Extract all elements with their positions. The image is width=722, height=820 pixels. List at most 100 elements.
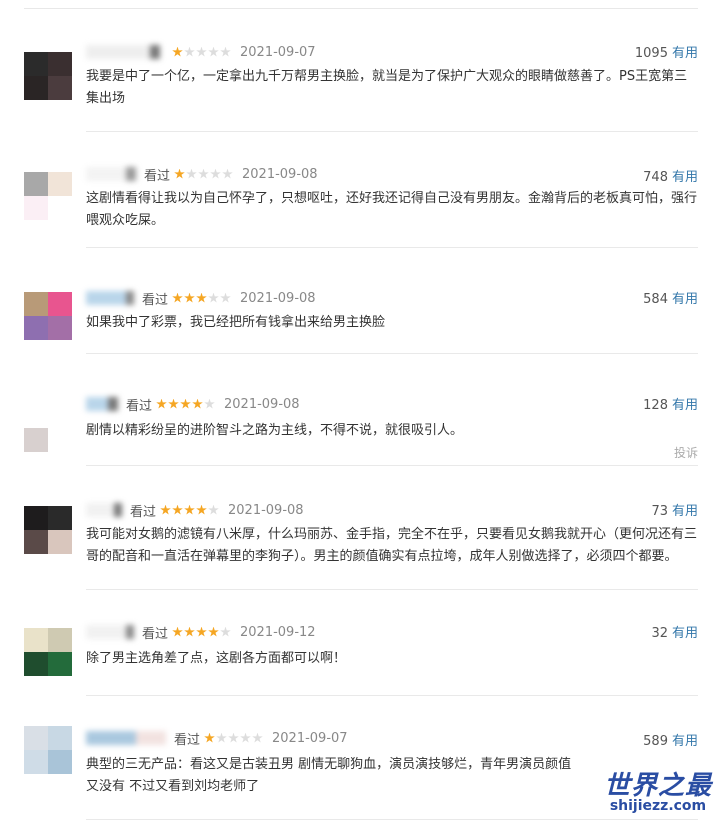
star-empty-icon	[208, 504, 219, 515]
username[interactable]	[86, 503, 122, 518]
watch-status: 看过	[142, 626, 169, 642]
star-empty-icon	[198, 168, 209, 179]
star-filled-icon	[174, 168, 185, 179]
username[interactable]	[86, 731, 166, 746]
useful-vote[interactable]: 748 有用	[643, 166, 698, 185]
useful-button[interactable]: 有用	[672, 734, 698, 749]
avatar-cell	[48, 428, 72, 452]
useful-button[interactable]: 有用	[672, 46, 698, 61]
rating-stars	[156, 398, 216, 410]
review-content: 我要是中了一个亿，一定拿出九千万帮男主换脸，就当是为了保护广大观众的眼睛做慈善了…	[86, 69, 688, 106]
review-item: 看过 2021-09-08 73 有用 我可能对女鹅的滤镜有八米厚，什么玛丽苏、金…	[0, 466, 722, 590]
avatar-cell	[24, 76, 48, 100]
star-filled-icon	[196, 504, 207, 515]
avatar-cell	[48, 726, 72, 750]
review-item: 看过 2021-09-08 748 有用 这剧情看得让我以为自己怀孕了，只想呕吐，…	[0, 132, 722, 248]
useful-vote[interactable]: 589 有用	[643, 730, 698, 749]
avatar-cell	[48, 76, 72, 100]
star-empty-icon	[222, 168, 233, 179]
star-filled-icon	[184, 504, 195, 515]
watch-status: 看过	[142, 292, 169, 308]
star-empty-icon	[204, 398, 215, 409]
avatar-cell	[48, 196, 72, 220]
useful-button[interactable]: 有用	[672, 504, 698, 519]
rating-stars	[174, 168, 234, 180]
username[interactable]	[86, 397, 118, 412]
review-content: 这剧情看得让我以为自己怀孕了，只想呕吐，还好我还记得自己没有男朋友。金瀚背后的老…	[86, 191, 698, 228]
useful-vote[interactable]: 128 有用	[643, 394, 698, 413]
useful-button[interactable]: 有用	[672, 292, 698, 307]
avatar[interactable]	[24, 52, 72, 100]
useful-vote[interactable]: 32 有用	[651, 622, 698, 641]
useful-button[interactable]: 有用	[672, 170, 698, 185]
watermark-title: 世界之最	[603, 771, 712, 801]
username[interactable]	[86, 291, 134, 306]
avatar-cell	[24, 404, 48, 428]
star-empty-icon	[210, 168, 221, 179]
username[interactable]	[86, 167, 136, 182]
watermark-url: shijiezz.com	[609, 798, 707, 814]
avatar-cell	[24, 530, 48, 554]
avatar[interactable]	[24, 172, 72, 220]
avatar-cell	[24, 652, 48, 676]
useful-vote[interactable]: 584 有用	[643, 288, 698, 307]
star-empty-icon	[196, 46, 207, 57]
star-filled-icon	[208, 626, 219, 637]
useful-button[interactable]: 有用	[672, 398, 698, 413]
star-empty-icon	[216, 732, 227, 743]
avatar-cell	[48, 316, 72, 340]
watch-status: 看过	[126, 398, 153, 414]
star-filled-icon	[180, 398, 191, 409]
star-empty-icon	[186, 168, 197, 179]
review-date: 2021-09-08	[240, 290, 316, 306]
star-filled-icon	[204, 732, 215, 743]
useful-vote[interactable]: 1095 有用	[635, 42, 698, 61]
review-date: 2021-09-07	[240, 44, 316, 60]
watch-status: 看过	[130, 504, 157, 520]
star-filled-icon	[184, 626, 195, 637]
review-content: 除了男主选角差了点，这剧各方面都可以啊！	[86, 651, 347, 666]
star-empty-icon	[220, 46, 231, 57]
avatar-cell	[48, 404, 72, 428]
avatar[interactable]	[24, 628, 72, 676]
review-meta: 看过 2021-09-07	[86, 728, 674, 748]
useful-button[interactable]: 有用	[672, 626, 698, 641]
star-filled-icon	[160, 504, 171, 515]
username[interactable]	[86, 625, 134, 640]
avatar[interactable]	[24, 506, 72, 554]
review-meta: 看过 2021-09-08	[86, 164, 674, 184]
review-content: 如果我中了彩票，我已经把所有钱拿出来给男主换脸	[86, 315, 386, 330]
avatar-cell	[24, 292, 48, 316]
avatar[interactable]	[24, 726, 72, 774]
avatar-cell	[48, 530, 72, 554]
username[interactable]	[86, 45, 160, 60]
useful-count: 589	[643, 734, 668, 749]
star-filled-icon	[172, 46, 183, 57]
avatar[interactable]	[24, 292, 72, 340]
star-filled-icon	[172, 626, 183, 637]
star-empty-icon	[220, 626, 231, 637]
rating-stars	[204, 732, 264, 744]
star-empty-icon	[240, 732, 251, 743]
review-item: 看过 2021-09-08 128 有用 剧情以精彩纷呈的进阶智斗之路为主线，不得…	[0, 354, 722, 466]
watch-status: 看过	[174, 732, 201, 748]
review-meta: 看过 2021-09-08	[86, 288, 674, 308]
review-meta: 看过 2021-09-08	[86, 500, 674, 520]
review-meta: 2021-09-07	[86, 42, 674, 62]
report-link[interactable]: 投诉	[674, 444, 698, 461]
review-meta: 看过 2021-09-08	[86, 394, 674, 414]
avatar-cell	[24, 52, 48, 76]
review-date: 2021-09-08	[242, 166, 318, 182]
useful-count: 584	[643, 292, 668, 307]
star-filled-icon	[192, 398, 203, 409]
rating-stars	[172, 46, 232, 58]
star-filled-icon	[172, 292, 183, 303]
star-filled-icon	[196, 292, 207, 303]
star-empty-icon	[208, 292, 219, 303]
avatar-cell	[24, 628, 48, 652]
review-date: 2021-09-07	[272, 730, 348, 746]
avatar[interactable]	[24, 404, 72, 452]
avatar-cell	[48, 506, 72, 530]
useful-vote[interactable]: 73 有用	[651, 500, 698, 519]
review-item: 看过 2021-09-12 32 有用 除了男主选角差了点，这剧各方面都可以啊！	[0, 590, 722, 696]
